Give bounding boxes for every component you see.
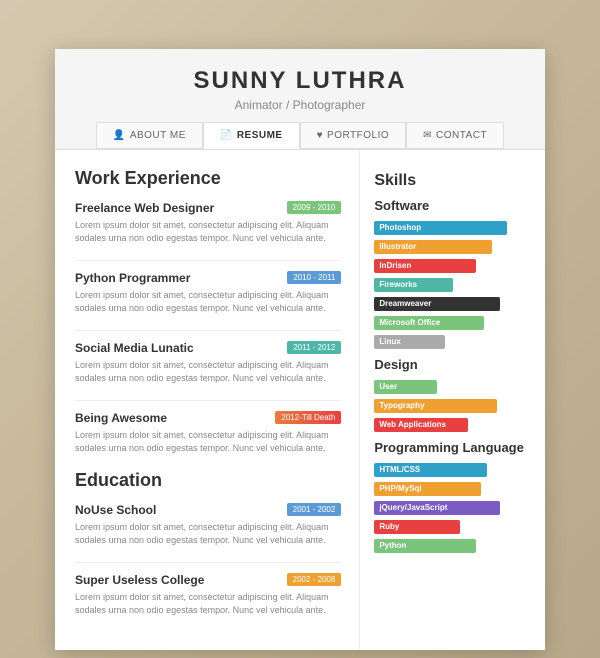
school-desc: Lorem ipsum dolor sit amet, consectetur … bbox=[75, 591, 341, 618]
school-name: NoUse School bbox=[75, 503, 156, 517]
programming-section-title: Programming Language bbox=[374, 440, 531, 455]
skill-msoffice: Microsoft Office bbox=[374, 316, 531, 330]
skill-linux: Linux bbox=[374, 335, 531, 349]
skill-bar: User bbox=[374, 380, 437, 394]
skill-dreamweaver: Dreamweaver bbox=[374, 297, 531, 311]
skill-ruby: Ruby bbox=[374, 520, 531, 534]
skill-bar: HTML/CSS bbox=[374, 463, 487, 477]
school-entry: Super Useless College 2002 - 2008 Lorem … bbox=[75, 573, 341, 618]
tab-about[interactable]: 👤 ABOUT ME bbox=[96, 122, 203, 149]
tab-contact-label: CONTACT bbox=[436, 130, 487, 141]
tab-contact[interactable]: ✉ CONTACT bbox=[406, 122, 504, 149]
skill-jquery: jQuery/JavaScript bbox=[374, 501, 531, 515]
skill-bar: Dreamweaver bbox=[374, 297, 499, 311]
skill-bar: Photoshop bbox=[374, 221, 507, 235]
design-section-title: Design bbox=[374, 357, 531, 372]
left-column: Work Experience Freelance Web Designer 2… bbox=[55, 150, 360, 650]
skill-bar: Typography bbox=[374, 399, 496, 413]
tab-portfolio-label: PORTFOLIO bbox=[327, 130, 389, 141]
skill-phpmysql: PHP/MySql bbox=[374, 482, 531, 496]
job-entry: Freelance Web Designer 2009 - 2010 Lorem… bbox=[75, 201, 341, 246]
skill-htmlcss: HTML/CSS bbox=[374, 463, 531, 477]
candidate-name: SUNNY LUTHRA bbox=[65, 67, 535, 95]
school-name: Super Useless College bbox=[75, 573, 204, 587]
skill-python: Python bbox=[374, 539, 531, 553]
tab-about-label: ABOUT ME bbox=[130, 130, 186, 141]
skill-bar: Microsoft Office bbox=[374, 316, 484, 330]
resume-card: SUNNY LUTHRA Animator / Photographer 👤 A… bbox=[55, 49, 545, 650]
skills-main-title: Skills bbox=[374, 172, 531, 190]
skill-fireworks: Fireworks bbox=[374, 278, 531, 292]
school-header: NoUse School 2001 - 2002 bbox=[75, 503, 341, 517]
skill-bar: Ruby bbox=[374, 520, 460, 534]
skill-illustrator: Illustrator bbox=[374, 240, 531, 254]
job-title: Being Awesome bbox=[75, 411, 167, 425]
job-date: 2010 - 2011 bbox=[287, 271, 341, 284]
skill-bar: Python bbox=[374, 539, 476, 553]
skill-bar: Illustrator bbox=[374, 240, 492, 254]
skill-indesign: InDrisen bbox=[374, 259, 531, 273]
job-entry: Social Media Lunatic 2011 - 2012 Lorem i… bbox=[75, 341, 341, 386]
candidate-title: Animator / Photographer bbox=[65, 98, 535, 112]
job-desc: Lorem ipsum dolor sit amet, consectetur … bbox=[75, 289, 341, 316]
software-section-title: Software bbox=[374, 198, 531, 213]
heart-icon: ♥ bbox=[317, 130, 323, 141]
skill-bar: PHP/MySql bbox=[374, 482, 481, 496]
skill-bar: Web Applications bbox=[374, 418, 468, 432]
right-column: Skills Software Photoshop Illustrator In… bbox=[360, 150, 545, 650]
main-content: Work Experience Freelance Web Designer 2… bbox=[55, 150, 545, 650]
skill-typography: Typography bbox=[374, 399, 531, 413]
job-title: Social Media Lunatic bbox=[75, 341, 194, 355]
skill-bar: Fireworks bbox=[374, 278, 452, 292]
tab-resume-label: RESUME bbox=[237, 130, 283, 141]
job-title: Freelance Web Designer bbox=[75, 201, 214, 215]
education-title: Education bbox=[75, 470, 341, 491]
nav-tabs: 👤 ABOUT ME 📄 RESUME ♥ PORTFOLIO ✉ CONTAC… bbox=[65, 122, 535, 149]
job-desc: Lorem ipsum dolor sit amet, consectetur … bbox=[75, 429, 341, 456]
education-section: Education NoUse School 2001 - 2002 Lorem… bbox=[75, 470, 341, 618]
job-header: Python Programmer 2010 - 2011 bbox=[75, 271, 341, 285]
job-desc: Lorem ipsum dolor sit amet, consectetur … bbox=[75, 359, 341, 386]
job-title: Python Programmer bbox=[75, 271, 190, 285]
job-entry: Being Awesome 2012-Till Death Lorem ipsu… bbox=[75, 411, 341, 456]
skill-webapps: Web Applications bbox=[374, 418, 531, 432]
header: SUNNY LUTHRA Animator / Photographer 👤 A… bbox=[55, 49, 545, 150]
mail-icon: ✉ bbox=[423, 130, 432, 141]
school-date: 2002 - 2008 bbox=[287, 573, 342, 586]
job-header: Freelance Web Designer 2009 - 2010 bbox=[75, 201, 341, 215]
school-header: Super Useless College 2002 - 2008 bbox=[75, 573, 341, 587]
job-date: 2011 - 2012 bbox=[287, 341, 341, 354]
job-date: 2012-Till Death bbox=[275, 411, 341, 424]
skill-user: User bbox=[374, 380, 531, 394]
job-date: 2009 - 2010 bbox=[287, 201, 342, 214]
job-desc: Lorem ipsum dolor sit amet, consectetur … bbox=[75, 219, 341, 246]
school-desc: Lorem ipsum dolor sit amet, consectetur … bbox=[75, 521, 341, 548]
skill-bar: InDrisen bbox=[374, 259, 476, 273]
job-entry: Python Programmer 2010 - 2011 Lorem ipsu… bbox=[75, 271, 341, 316]
resume-icon: 📄 bbox=[220, 130, 233, 141]
person-icon: 👤 bbox=[113, 130, 126, 141]
skill-photoshop: Photoshop bbox=[374, 221, 531, 235]
skill-bar: Linux bbox=[374, 335, 445, 349]
school-date: 2001 - 2002 bbox=[287, 503, 342, 516]
tab-resume[interactable]: 📄 RESUME bbox=[203, 122, 300, 149]
school-entry: NoUse School 2001 - 2002 Lorem ipsum dol… bbox=[75, 503, 341, 548]
job-header: Being Awesome 2012-Till Death bbox=[75, 411, 341, 425]
tab-portfolio[interactable]: ♥ PORTFOLIO bbox=[300, 122, 407, 149]
job-header: Social Media Lunatic 2011 - 2012 bbox=[75, 341, 341, 355]
work-experience-title: Work Experience bbox=[75, 168, 341, 189]
skill-bar: jQuery/JavaScript bbox=[374, 501, 499, 515]
